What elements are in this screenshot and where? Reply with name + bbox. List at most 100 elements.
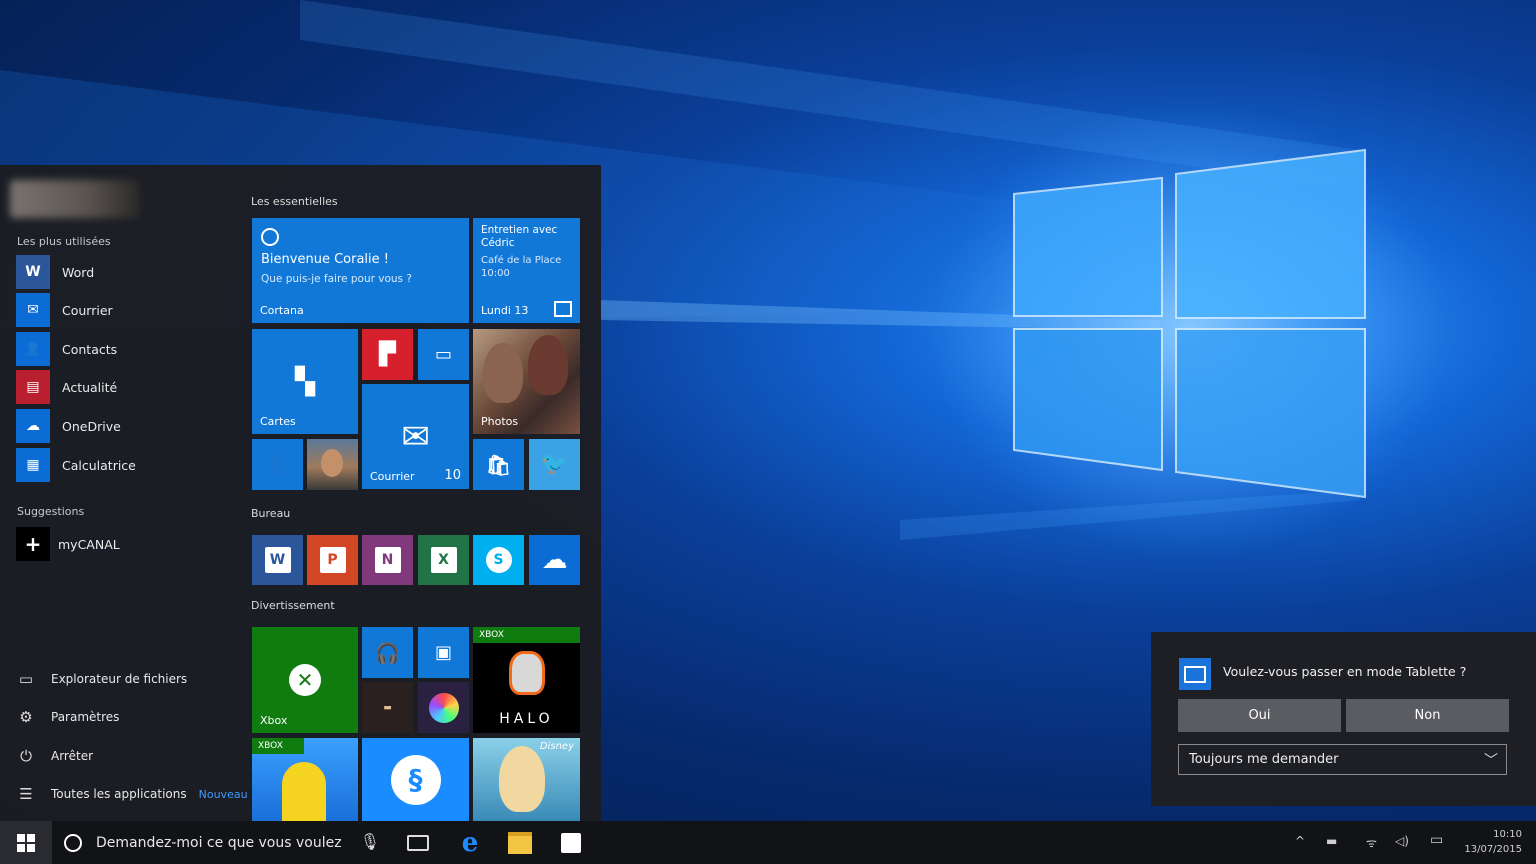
task-view-button[interactable] [398, 821, 438, 864]
tile-minions[interactable]: XBOX [252, 738, 358, 821]
app-label: Courrier [62, 302, 113, 318]
tile-powerpoint[interactable]: P [307, 535, 358, 585]
app-label: Actualité [62, 379, 118, 395]
select-value: Toujours me demander [1189, 752, 1339, 767]
cortana-subtitle: Que puis-je faire pour vous ? [261, 273, 412, 285]
tile-flipboard[interactable]: ▛ [362, 329, 413, 380]
video-icon: ▣ [434, 642, 452, 663]
app-label: Calculatrice [62, 457, 136, 473]
tile-label: Xbox [260, 714, 288, 727]
tile-photos[interactable]: Photos [473, 329, 580, 434]
tile-halo[interactable]: XBOX HALO [473, 627, 580, 733]
calendar-event-detail: Café de la Place 10:00 [481, 255, 562, 279]
system-clock[interactable]: 10:10 13/07/2015 [1464, 827, 1522, 857]
store-taskbar-button[interactable] [551, 821, 591, 864]
tile-cortana[interactable]: Bienvenue Coralie ! Que puis-je faire po… [252, 218, 469, 323]
tile-groove-music[interactable]: 🎧 [362, 627, 413, 678]
unread-count: 10 [444, 468, 461, 483]
app-label: OneDrive [62, 418, 121, 434]
most-used-label: Les plus utilisées [17, 235, 111, 248]
clock-time: 10:10 [1493, 829, 1522, 840]
xbox-badge: XBOX [473, 627, 580, 643]
app-item-contacts[interactable]: 👤 Contacts [16, 332, 236, 366]
tile-skype[interactable]: S [473, 535, 524, 585]
suggestion-mycanal[interactable]: + myCANAL [16, 527, 236, 561]
tile-messaging[interactable]: ▭ [418, 329, 469, 380]
tablet-mode-preference-select[interactable]: Toujours me demander ﹀ [1178, 744, 1507, 775]
tile-twitter[interactable]: 🐦 [529, 439, 580, 490]
word-icon: W [16, 255, 50, 289]
twitter-bird-icon: 🐦 [540, 452, 569, 477]
power-button[interactable]: ⏻ Arrêter [16, 743, 93, 769]
user-account-avatar[interactable] [10, 180, 140, 218]
file-explorer-link[interactable]: ▭ Explorateur de fichiers [16, 666, 187, 692]
disney-badge: Disney [539, 741, 574, 752]
app-label: Word [62, 264, 95, 280]
app-item-onedrive[interactable]: ☁ OneDrive [16, 409, 236, 443]
power-label: Arrêter [51, 749, 94, 763]
windows-icon [17, 833, 35, 852]
file-explorer-taskbar-button[interactable] [500, 821, 540, 864]
photo-person-2 [528, 335, 568, 395]
tile-game-small[interactable]: ▬ [362, 682, 413, 733]
microphone-icon[interactable]: 🎙 [360, 832, 380, 851]
onenote-icon: N [362, 535, 413, 585]
mail-icon: ✉ [16, 293, 50, 327]
no-button[interactable]: Non [1346, 699, 1509, 732]
elsa-character [499, 746, 545, 812]
settings-link[interactable]: ⚙ Paramètres [16, 704, 119, 730]
clock-date: 13/07/2015 [1464, 844, 1522, 855]
tile-shazam[interactable]: § [362, 738, 469, 821]
show-hidden-icons-button[interactable]: ^ [1295, 834, 1305, 848]
tablet-mode-notification: Voulez-vous passer en mode Tablette ? Ou… [1151, 632, 1536, 806]
tile-label: Courrier [370, 470, 415, 483]
tile-people[interactable]: 👤 [252, 439, 303, 490]
contact-face [321, 449, 343, 477]
calendar-icon [554, 301, 572, 317]
app-item-word[interactable]: W Word [16, 255, 236, 289]
tile-picsart[interactable] [418, 682, 469, 733]
app-item-mail[interactable]: ✉ Courrier [16, 293, 236, 327]
tile-calendar[interactable]: Entretien avec Cédric Café de la Place 1… [473, 218, 580, 323]
powerpoint-icon: P [307, 535, 358, 585]
skype-icon: S [473, 535, 524, 585]
tile-xbox[interactable]: ✕ Xbox [252, 627, 358, 733]
tile-contact-photo[interactable] [307, 439, 358, 490]
tile-mail[interactable]: ✉ Courrier 10 [362, 384, 469, 489]
action-center-icon[interactable]: ▭ [1430, 832, 1443, 848]
all-apps-link[interactable]: ☰ Toutes les applications Nouveau [16, 781, 248, 807]
group-label-desktop: Bureau [251, 507, 291, 520]
volume-icon[interactable]: ◁) [1395, 834, 1409, 848]
file-explorer-icon: ▭ [18, 670, 34, 688]
search-placeholder: Demandez-moi ce que vous voulez [96, 834, 342, 851]
halo-helmet-icon [509, 651, 545, 695]
word-icon: W [252, 535, 303, 585]
windows-logo [1013, 148, 1366, 499]
tile-movies-tv[interactable]: ▣ [418, 627, 469, 678]
file-explorer-label: Explorateur de fichiers [51, 672, 188, 686]
yes-button[interactable]: Oui [1178, 699, 1341, 732]
cortana-search-box[interactable]: Demandez-moi ce que vous voulez 🎙 [52, 821, 394, 864]
keyboard-icon[interactable]: ▬ [1326, 834, 1337, 848]
tile-onenote[interactable]: N [362, 535, 413, 585]
store-bag-icon: 🛍 [485, 452, 512, 477]
start-button[interactable] [0, 821, 52, 864]
calculator-icon: ▦ [16, 448, 50, 482]
news-icon: ▤ [16, 370, 50, 404]
network-icon[interactable]: ᯤ [1366, 834, 1377, 851]
tile-store[interactable]: 🛍 [473, 439, 524, 490]
app-item-news[interactable]: ▤ Actualité [16, 370, 236, 404]
edge-taskbar-button[interactable]: e [450, 821, 490, 864]
tile-excel[interactable]: X [418, 535, 469, 585]
tile-word[interactable]: W [252, 535, 303, 585]
new-badge: Nouveau [198, 787, 248, 801]
plus-icon: + [16, 527, 50, 561]
tile-onedrive[interactable]: ☁ [529, 535, 580, 585]
game-logo-icon: ▬ [383, 702, 392, 713]
tile-disney-frozen[interactable]: Disney [473, 738, 580, 821]
chevron-down-icon: ﹀ [1484, 753, 1498, 769]
tile-maps[interactable]: ▚ Cartes [252, 329, 358, 434]
tile-label: Cortana [260, 304, 304, 317]
app-item-calculator[interactable]: ▦ Calculatrice [16, 448, 236, 482]
tile-label: Cartes [260, 415, 296, 428]
